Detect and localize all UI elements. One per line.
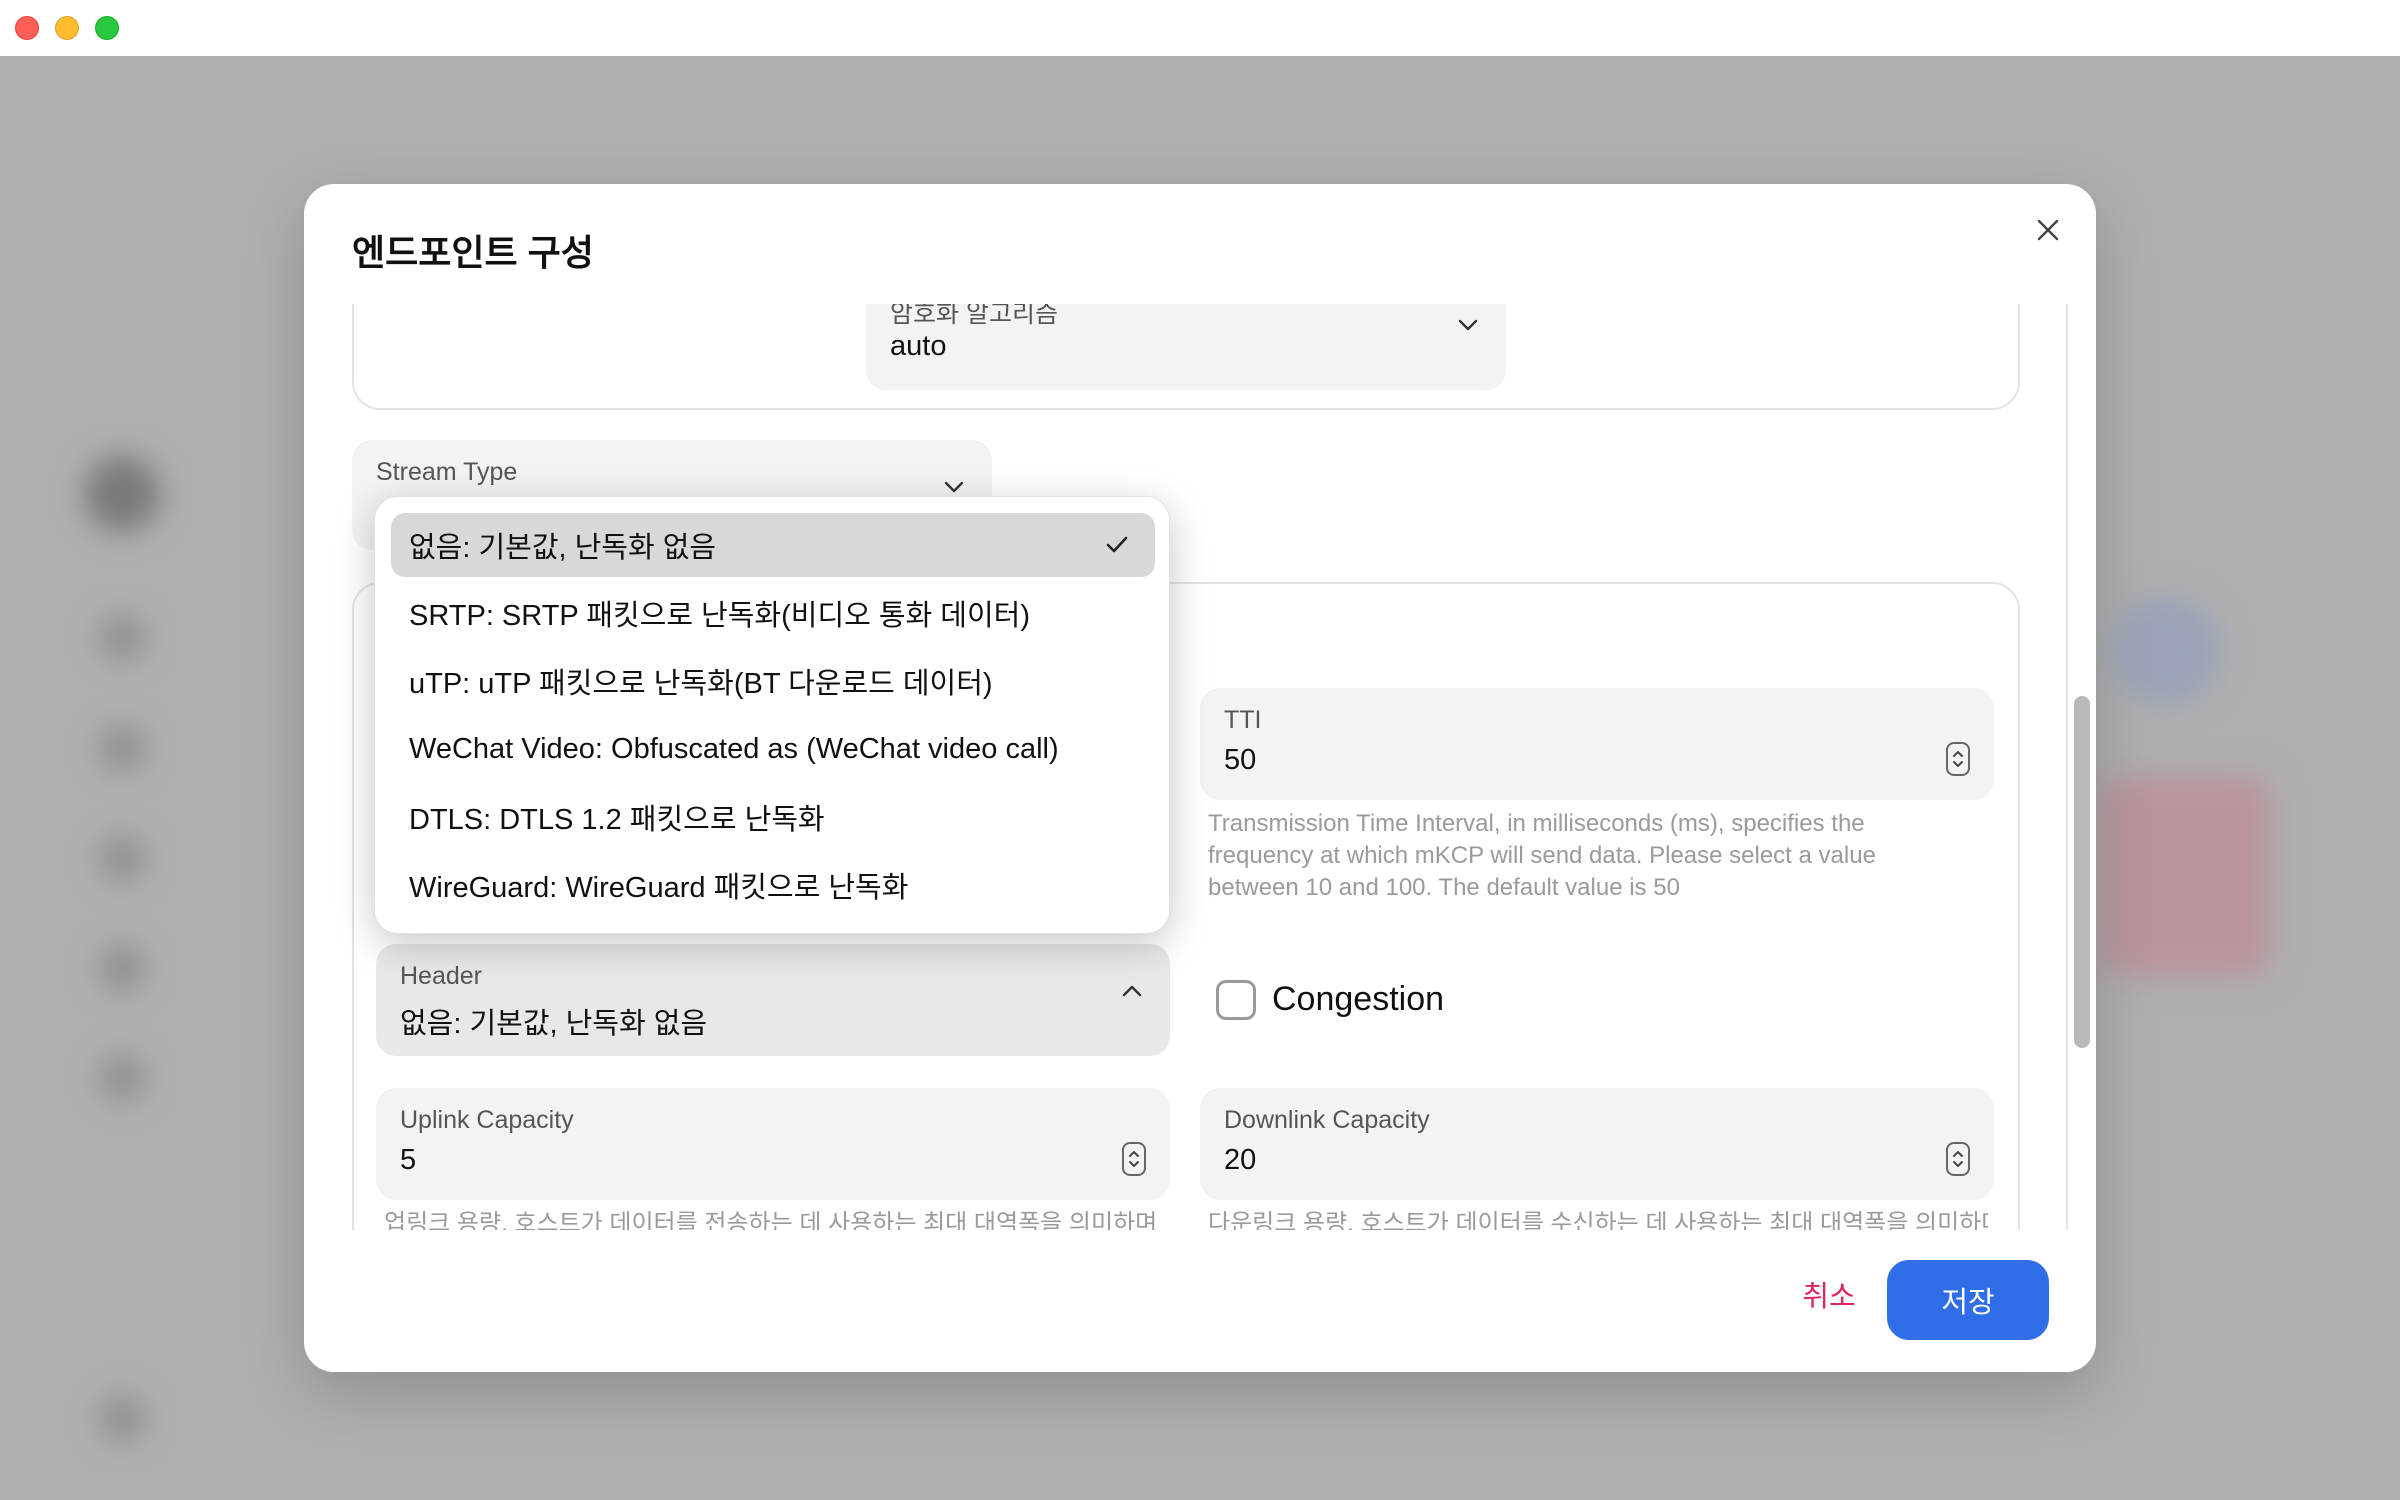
minimize-window-button[interactable] bbox=[55, 16, 79, 40]
close-window-button[interactable] bbox=[15, 16, 39, 40]
header-option-label: SRTP: SRTP 패킷으로 난독화(비디오 통화 데이터) bbox=[409, 600, 1030, 632]
downlink-stepper[interactable] bbox=[1946, 1142, 1970, 1176]
header-select[interactable]: Header 없음: 기본값, 난독화 없음 bbox=[376, 944, 1170, 1056]
header-option-label: WeChat Video: Obfuscated as (WeChat vide… bbox=[409, 732, 1059, 765]
close-button[interactable] bbox=[2026, 208, 2070, 252]
congestion-checkbox[interactable] bbox=[1216, 980, 1256, 1020]
uplink-capacity-input[interactable]: Uplink Capacity 5 bbox=[376, 1088, 1170, 1200]
stepper-arrows-icon bbox=[1953, 1151, 1963, 1167]
header-option-label: uTP: uTP 패킷으로 난독화(BT 다운로드 데이터) bbox=[409, 668, 993, 700]
chevron-down-icon bbox=[1458, 319, 1478, 331]
uplink-stepper[interactable] bbox=[1122, 1142, 1146, 1176]
downlink-helper-text: 다운링크 용량, 호스트가 데이터를 수신하는 데 사용하는 최대 대역폭을 의… bbox=[1208, 1210, 1988, 1230]
header-option[interactable]: WireGuard: WireGuard 패킷으로 난독화 bbox=[391, 853, 1155, 917]
header-option[interactable]: 없음: 기본값, 난독화 없음 bbox=[391, 513, 1155, 577]
stream-type-label: Stream Type bbox=[376, 458, 518, 486]
header-option[interactable]: DTLS: DTLS 1.2 패킷으로 난독화 bbox=[391, 785, 1155, 849]
close-icon bbox=[2037, 219, 2059, 241]
downlink-value: 20 bbox=[1224, 1144, 1257, 1176]
header-option-label: WireGuard: WireGuard 패킷으로 난독화 bbox=[409, 872, 909, 904]
scrollbar-thumb[interactable] bbox=[2074, 696, 2090, 1048]
window-titlebar bbox=[0, 0, 2400, 56]
tti-input[interactable]: TTI 50 bbox=[1200, 688, 1994, 800]
checkmark-icon bbox=[1106, 536, 1128, 553]
dialog-title: 엔드포인트 구성 bbox=[352, 232, 594, 273]
save-button[interactable]: 저장 bbox=[1887, 1260, 2049, 1340]
encryption-value: auto bbox=[890, 330, 947, 362]
header-option-label: DTLS: DTLS 1.2 패킷으로 난독화 bbox=[409, 804, 825, 836]
downlink-capacity-input[interactable]: Downlink Capacity 20 bbox=[1200, 1088, 1994, 1200]
cancel-button[interactable]: 취소 bbox=[1764, 1254, 1894, 1334]
downlink-label: Downlink Capacity bbox=[1224, 1106, 1430, 1134]
header-option[interactable]: uTP: uTP 패킷으로 난독화(BT 다운로드 데이터) bbox=[391, 649, 1155, 713]
header-option[interactable]: SRTP: SRTP 패킷으로 난독화(비디오 통화 데이터) bbox=[391, 581, 1155, 645]
tti-label: TTI bbox=[1224, 706, 1262, 734]
tti-helper-text: Transmission Time Interval, in milliseco… bbox=[1208, 810, 1876, 901]
uplink-label: Uplink Capacity bbox=[400, 1106, 574, 1134]
congestion-label: Congestion bbox=[1272, 980, 1445, 1018]
zoom-window-button[interactable] bbox=[95, 16, 119, 40]
header-option[interactable]: WeChat Video: Obfuscated as (WeChat vide… bbox=[391, 717, 1155, 781]
chevron-up-icon bbox=[1122, 985, 1142, 997]
header-value: 없음: 기본값, 난독화 없음 bbox=[400, 1008, 708, 1040]
encryption-label: 암호화 알고리즘 bbox=[890, 304, 1058, 328]
uplink-helper-text: 업링크 용량, 호스트가 데이터를 전송하는 데 사용하는 최대 대역폭을 의미… bbox=[384, 1210, 1158, 1230]
chevron-down-icon bbox=[944, 481, 964, 493]
stepper-arrows-icon bbox=[1129, 1151, 1139, 1167]
header-dropdown-menu: 없음: 기본값, 난독화 없음 SRTP: SRTP 패킷으로 난독화(비디오 … bbox=[374, 496, 1170, 934]
header-label: Header bbox=[400, 962, 482, 990]
scrollbar-track[interactable] bbox=[2066, 304, 2068, 1230]
uplink-value: 5 bbox=[400, 1144, 417, 1176]
stepper-arrows-icon bbox=[1953, 751, 1963, 767]
tti-value: 50 bbox=[1224, 744, 1257, 776]
tti-stepper[interactable] bbox=[1946, 742, 1970, 776]
encryption-select[interactable]: 암호화 알고리즘 auto bbox=[866, 304, 1506, 390]
header-option-label: 없음: 기본값, 난독화 없음 bbox=[409, 532, 717, 564]
